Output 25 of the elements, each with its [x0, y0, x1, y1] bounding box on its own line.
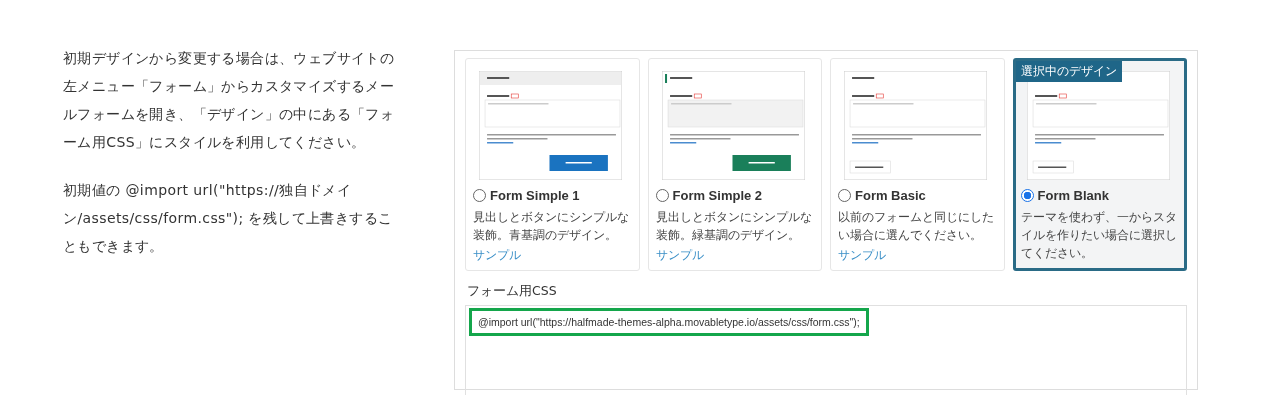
design-name: Form Basic [855, 188, 926, 203]
sample-link[interactable]: サンプル [655, 247, 704, 264]
design-name: Form Blank [1037, 188, 1109, 203]
radio-button[interactable] [655, 189, 669, 202]
design-name: Form Simple 2 [672, 188, 763, 203]
sample-link[interactable]: サンプル [838, 247, 886, 264]
css-field[interactable]: @import url("https://halfmade-themes-alpha.movabletype.io/assets/css/form.css"); [465, 305, 1187, 395]
design-description: テーマを使わず、一からスタイルを作りたい場合に選択してください。 [1020, 209, 1178, 262]
design-card[interactable]: Form Simple 2 見出しとボタンにシンプルな装飾。緑基調のデザイン。 サンプル [647, 58, 822, 271]
design-description: 見出しとボタンにシンプルな装飾。緑基調のデザイン。 [655, 209, 813, 244]
field-label: フォーム用CSS [467, 283, 558, 300]
design-name: Form Simple 1 [490, 188, 580, 203]
sample-link[interactable]: サンプル [473, 247, 521, 264]
radio-button[interactable] [1020, 189, 1034, 202]
radio-button[interactable] [838, 189, 851, 202]
paragraph: 初期値の @import url("https://独自ドメイン/assets/css/form.css"); を残して上書きすることもできます。 [63, 181, 394, 256]
paragraph: 初期デザインから変更する場合は、ウェブサイトの左メニュー「フォーム」からカスタマイズするメールフォームを開き、「デザイン」の中にある「フォーム用CSS」にスタイルを利用してください。 [63, 49, 396, 152]
css-code: @import url("https://halfmade-themes-alpha.movabletype.io/assets/css/form.css"); [469, 308, 869, 336]
selected-badge: 選択中のデザイン [1015, 61, 1122, 82]
design-card[interactable]: Form Basic 以前のフォームと同じにしたい場合に選んでください。 サンプル [830, 58, 1005, 271]
design-card[interactable]: Form Simple 1 見出しとボタンにシンプルな装飾。青基調のデザイン。 サンプル [465, 58, 640, 271]
design-description: 以前のフォームと同じにしたい場合に選んでください。 [838, 209, 995, 244]
radio-button[interactable] [473, 189, 486, 202]
design-description: 見出しとボタンにシンプルな装飾。青基調のデザイン。 [473, 209, 630, 244]
design-card[interactable]: 選択中のデザイン Form Blank テーマを使わず、一からスタイルを作りたい場合に選択してください。 [1012, 58, 1187, 271]
